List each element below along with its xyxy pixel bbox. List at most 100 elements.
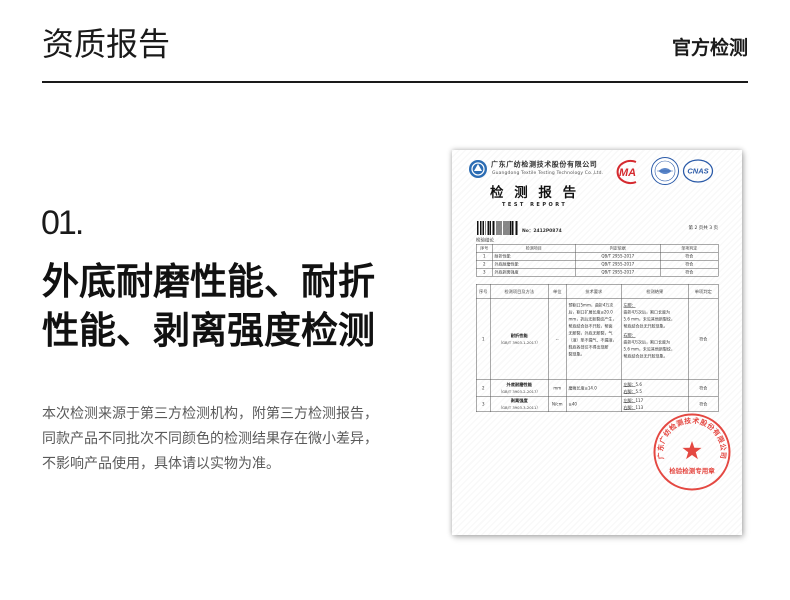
summary-table: 序号 检测项目 判定依据 单项判定 1 耐折性能 QB/T 2955-2017 … <box>476 244 719 277</box>
summary-header-cell: 检测项目 <box>492 244 576 253</box>
result-value: 5.6 <box>635 382 642 387</box>
result-line: 5.6 mm，未见其他新裂纹， <box>623 347 675 352</box>
stamp-star-icon <box>682 441 702 460</box>
result-label: 右脚： <box>623 333 636 338</box>
detail-row: 3 剥离强度 （GB/T 3903.3-2011） N/cm ≥40 左脚：11… <box>476 396 719 412</box>
accreditation-seal-icon <box>651 157 679 185</box>
result-left-shoe: 左脚：5.6 <box>624 381 687 388</box>
detail-requirement-cell: 磨痕长度≤14.0 <box>566 379 622 397</box>
summary-label: 检验结论 <box>476 238 495 243</box>
detail-header-cell: 序号 <box>476 284 491 299</box>
detail-header-cell: 检测结果 <box>621 284 689 299</box>
result-lines: 曲折4万次后，割口长度为 5.6 mm，未见其他新裂纹， 帮底结合处无开胶现象。 <box>624 309 687 330</box>
summary-row: 1 耐折性能 QB/T 2955-2017 符合 <box>476 252 719 261</box>
requirement-line: mm，折后无新裂纹产生， <box>568 317 617 322</box>
detail-no-cell: 1 <box>476 298 491 380</box>
header-divider <box>42 81 748 83</box>
report-title-cn: 检 测 报 告 <box>490 185 580 201</box>
section-description: 本次检测来源于第三方检测机构，附第三方检测报告， 同款产品不同批次不同颜色的检测结… <box>42 401 378 476</box>
cma-logo-text: MA <box>619 167 636 179</box>
summary-cell: 2 <box>476 260 493 269</box>
detail-result-cell: 左脚： 曲折4万次后，割口长度为 5.6 mm，未见其他新裂纹， 帮底结合处无开胶现… <box>621 298 689 380</box>
report-title-en: TEST REPORT <box>502 202 568 208</box>
detail-unit-cell: N/cm <box>548 396 567 412</box>
detail-verdict-cell: 符合 <box>688 298 719 380</box>
requirement-line: 无断裂，外底无断裂，气 <box>568 331 613 336</box>
inspection-stamp-icon: 广东广纺检测技术股份有限公司 检验检测专用章 <box>653 413 731 491</box>
result-label: 左脚： <box>623 382 636 387</box>
cma-logo-icon: MA <box>616 160 637 184</box>
result-left-shoe: 左脚： 曲折4万次后，割口长度为 5.6 mm，未见其他新裂纹， 帮底结合处无开胶现… <box>624 302 687 330</box>
report-page-number: 第 2 页共 3 页 <box>688 225 718 231</box>
test-report-image: 广东广纺检测技术股份有限公司 Guangdong Textile Testing… <box>452 150 742 535</box>
detail-item-name: 耐折性能 <box>510 333 528 339</box>
detail-item-method: （GB/T 3903.3-2011） <box>498 405 541 410</box>
result-label: 左脚： <box>623 398 636 403</box>
requirement-line: 帮底结合处不开胶，帮面 <box>568 324 613 329</box>
detail-item-method: （GB/T 3903.2-2017） <box>498 389 541 394</box>
company-name-cn: 广东广纺检测技术股份有限公司 <box>491 160 598 169</box>
detail-verdict-cell: 符合 <box>688 379 719 397</box>
result-line: 曲折4万次后，割口长度为 <box>623 340 671 345</box>
summary-cell: QB/T 2955-2017 <box>575 260 661 269</box>
summary-cell: 符合 <box>660 268 719 277</box>
detail-requirement-cell: ≥40 <box>566 396 622 412</box>
cnas-logo-text: CNAS <box>687 167 708 176</box>
detail-item-cell: 剥离强度 （GB/T 3903.3-2011） <box>490 396 549 412</box>
detail-item-cell: 耐折性能 （GB/T 3903.1-2017） <box>490 298 549 380</box>
result-label: 左脚： <box>623 303 636 308</box>
detail-requirement-cell: 预割口5mm，曲折4万次 后，割口扩展长度≤20.0 mm，折后无新裂纹产生， 帮底结… <box>566 298 622 380</box>
header-tag: 官方检测 <box>671 38 748 59</box>
summary-header-cell: 序号 <box>476 244 493 253</box>
detail-no-cell: 3 <box>476 396 491 412</box>
summary-header-row: 序号 检测项目 判定依据 单项判定 <box>476 244 719 253</box>
result-value: 113 <box>635 405 644 410</box>
detail-header-cell: 单位 <box>548 284 567 299</box>
result-line: 5.6 mm，未见其他新裂纹， <box>623 317 675 322</box>
requirement-line: 鞋底各部位不得出现断 <box>568 345 609 350</box>
detail-row: 1 耐折性能 （GB/T 3903.1-2017） -- 预割口5mm，曲折4万… <box>476 298 719 380</box>
company-logo-icon <box>469 160 487 178</box>
detail-item-method: （GB/T 3903.1-2017） <box>498 340 541 345</box>
detail-item-name: 外底耐磨性能 <box>506 382 532 388</box>
summary-cell: 耐折性能 <box>492 252 576 261</box>
requirement-line: （液）垫不漏气、不漏液， <box>568 338 617 343</box>
detail-unit-cell: mm <box>548 379 567 397</box>
summary-row: 3 外底剥离强度 QB/T 2955-2017 符合 <box>476 268 719 277</box>
summary-cell: QB/T 2955-2017 <box>575 268 661 277</box>
detail-table: 序号 检测项目及方法 单位 技术要求 检测结果 单项判定 1 耐折性能 （GB/… <box>476 284 719 412</box>
detail-no-cell: 2 <box>476 379 491 397</box>
section-heading: 外底耐磨性能、耐折 性能、剥离强度检测 <box>42 257 375 355</box>
detail-header-row: 序号 检测项目及方法 单位 技术要求 检测结果 单项判定 <box>476 284 719 299</box>
summary-cell: 3 <box>476 268 493 277</box>
section-heading-line: 外底耐磨性能、耐折 <box>42 261 375 302</box>
result-right-shoe: 右脚：5.5 <box>624 388 687 395</box>
summary-cell: 符合 <box>660 260 719 269</box>
section-description-line: 不影响产品使用，具体请以实物为准。 <box>42 455 280 471</box>
summary-header-cell: 单项判定 <box>660 244 719 253</box>
requirement-line: 后，割口扩展长度≤20.0 <box>568 310 613 315</box>
summary-cell: 外底剥离强度 <box>492 268 576 277</box>
detail-item-cell: 外底耐磨性能 （GB/T 3903.2-2017） <box>490 379 549 397</box>
summary-header-cell: 判定依据 <box>575 244 661 253</box>
cnas-logo-icon: CNAS <box>682 159 714 183</box>
result-left-shoe: 左脚：117 <box>624 397 687 404</box>
summary-row: 2 外底耐磨性能 QB/T 2955-2017 符合 <box>476 260 719 269</box>
detail-header-cell: 单项判定 <box>688 284 719 299</box>
result-label: 右脚： <box>623 405 636 410</box>
summary-cell: QB/T 2955-2017 <box>575 252 661 261</box>
result-value: 5.5 <box>635 389 642 394</box>
result-lines: 曲折4万次后，割口长度为 5.6 mm，未见其他新裂纹， 帮底结合处无开胶现象。 <box>624 339 687 360</box>
detail-result-cell: 左脚：5.6 右脚：5.5 <box>621 379 689 397</box>
result-line: 帮底结合处无开胶现象。 <box>623 354 668 359</box>
test-report-page: 广东广纺检测技术股份有限公司 Guangdong Textile Testing… <box>452 150 742 535</box>
detail-header-cell: 技术要求 <box>566 284 622 299</box>
result-label: 右脚： <box>623 389 636 394</box>
barcode <box>477 221 518 235</box>
detail-row: 2 外底耐磨性能 （GB/T 3903.2-2017） mm 磨痕长度≤14.0… <box>476 379 719 397</box>
summary-cell: 外底耐磨性能 <box>492 260 576 269</box>
report-number: No：2412P0874 <box>522 228 562 234</box>
requirement-line: 裂现象。 <box>568 352 585 357</box>
company-name-en: Guangdong Textile Testing Technology Co.… <box>492 170 604 176</box>
stamp-center-text: 检验检测专用章 <box>669 466 715 475</box>
